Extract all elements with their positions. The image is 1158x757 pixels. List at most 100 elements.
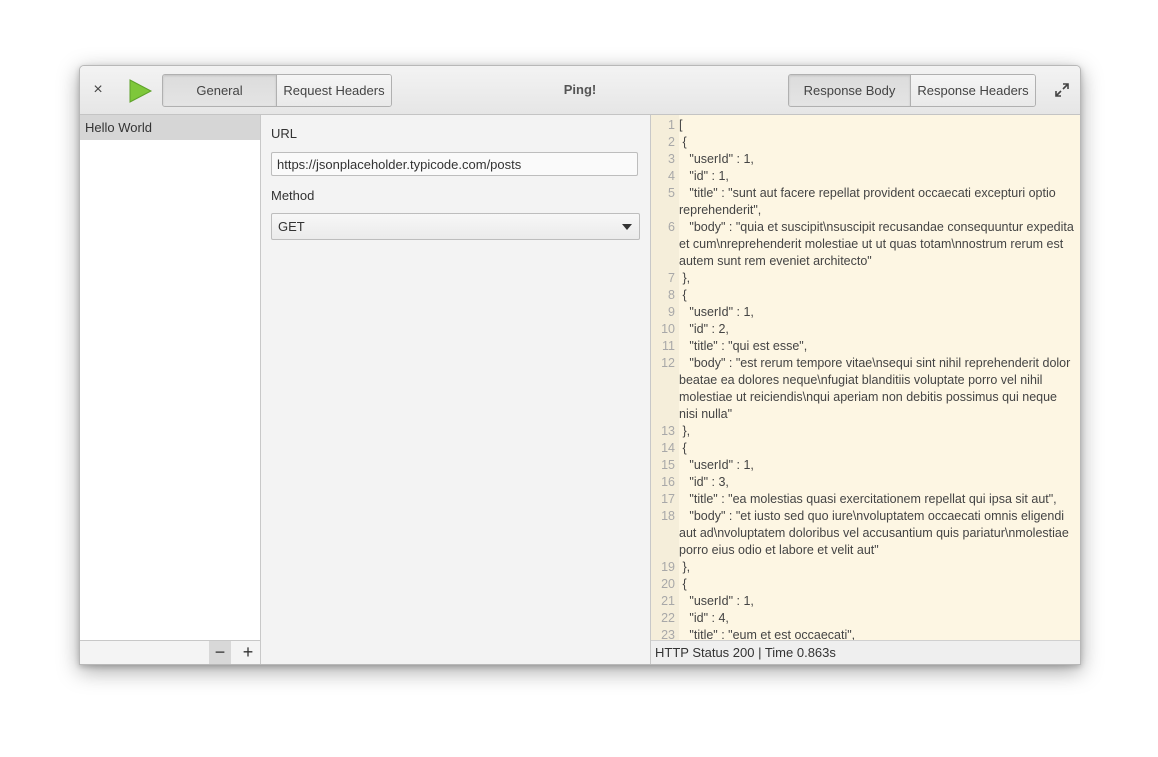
code-line: 14 { [651, 440, 1080, 457]
response-view-switcher: Response Body Response Headers [788, 74, 1036, 107]
code-text: "id" : 1, [679, 169, 729, 183]
sidebar-actionbar: − + [80, 640, 260, 664]
code-line: 22 "id" : 4, [651, 610, 1080, 627]
code-text: "userId" : 1, [679, 152, 754, 166]
code-line: 3 "userId" : 1, [651, 151, 1080, 168]
line-number: 19 [661, 560, 675, 574]
tab-general[interactable]: General [163, 75, 277, 106]
line-number: 23 [661, 628, 675, 640]
line-number: 13 [661, 424, 675, 438]
code-text: "title" : "eum et est occaecati", [679, 628, 856, 640]
header-bar: × General Request Headers Ping! Response… [80, 66, 1080, 115]
code-line: 8 { [651, 287, 1080, 304]
code-text: }, [679, 424, 691, 438]
method-select[interactable]: GET [271, 213, 640, 240]
code-text: { [679, 577, 687, 591]
code-text: "title" : "sunt aut facere repellat prov… [679, 186, 1060, 217]
code-line: 2 { [651, 134, 1080, 151]
status-bar: HTTP Status 200 | Time 0.863s [651, 640, 1080, 664]
line-number: 1 [668, 118, 675, 132]
line-number: 9 [668, 305, 675, 319]
code-text: }, [679, 271, 691, 285]
line-number: 8 [668, 288, 675, 302]
code-text: "userId" : 1, [679, 305, 754, 319]
line-number: 4 [668, 169, 675, 183]
code-line: 21 "userId" : 1, [651, 593, 1080, 610]
line-number: 11 [662, 339, 675, 353]
code-line: 9 "userId" : 1, [651, 304, 1080, 321]
list-item[interactable]: Hello World [80, 115, 260, 140]
code-text: "id" : 2, [679, 322, 729, 336]
tab-request-headers[interactable]: Request Headers [277, 75, 391, 106]
code-line: 19 }, [651, 559, 1080, 576]
code-text: "id" : 4, [679, 611, 729, 625]
add-request-button[interactable]: + [237, 641, 259, 664]
response-code: 1[2 {3 "userId" : 1, 4 "id" : 1, 5 "title"… [651, 117, 1080, 640]
dropdown-arrow-icon [622, 224, 632, 230]
line-number: 3 [668, 152, 675, 166]
code-line: 5 "title" : "sunt aut facere repellat pr… [651, 185, 1080, 219]
line-number: 6 [668, 220, 675, 234]
line-number: 15 [661, 458, 675, 472]
window-title: Ping! [563, 82, 597, 97]
line-number: 16 [661, 475, 675, 489]
request-panel: URL Method GET [261, 115, 651, 664]
request-list-sidebar: Hello World − + [80, 115, 261, 664]
code-line: 7 }, [651, 270, 1080, 287]
code-line: 13 }, [651, 423, 1080, 440]
code-line: 20 { [651, 576, 1080, 593]
response-body-view[interactable]: 1[2 {3 "userId" : 1, 4 "id" : 1, 5 "title"… [651, 115, 1080, 640]
tab-response-headers[interactable]: Response Headers [911, 75, 1035, 106]
line-number: 7 [668, 271, 675, 285]
maximize-icon [1055, 83, 1069, 97]
request-view-switcher: General Request Headers [162, 74, 392, 107]
code-line: 23 "title" : "eum et est occaecati", [651, 627, 1080, 640]
code-line: 4 "id" : 1, [651, 168, 1080, 185]
code-line: 11 "title" : "qui est esse", [651, 338, 1080, 355]
code-text: "title" : "ea molestias quasi exercitati… [679, 492, 1057, 506]
url-input[interactable] [271, 152, 638, 176]
code-text: { [679, 288, 687, 302]
close-button[interactable]: × [90, 80, 106, 100]
line-number: 22 [661, 611, 675, 625]
line-number: 17 [661, 492, 675, 506]
send-request-button[interactable] [127, 78, 153, 104]
code-line: 15 "userId" : 1, [651, 457, 1080, 474]
code-text: "body" : "quia et suscipit\nsuscipit rec… [679, 220, 1078, 268]
code-text: "body" : "est rerum tempore vitae\nsequi… [679, 356, 1074, 421]
code-line: 1[ [651, 117, 1080, 134]
app-window: × General Request Headers Ping! Response… [79, 65, 1081, 665]
url-label: URL [271, 126, 298, 141]
line-number: 2 [668, 135, 675, 149]
close-icon: × [93, 81, 103, 98]
line-number: 14 [661, 441, 675, 455]
code-text: { [679, 135, 687, 149]
code-line: 6 "body" : "quia et suscipit\nsuscipit r… [651, 219, 1080, 270]
remove-request-button[interactable]: − [209, 641, 231, 664]
list-item-label: Hello World [85, 120, 152, 135]
code-line: 17 "title" : "ea molestias quasi exercit… [651, 491, 1080, 508]
line-number: 18 [661, 509, 675, 523]
code-text: "title" : "qui est esse", [679, 339, 808, 353]
method-label: Method [271, 188, 315, 203]
code-text: "id" : 3, [679, 475, 729, 489]
tab-response-body[interactable]: Response Body [789, 75, 911, 106]
code-text: "body" : "et iusto sed quo iure\nvolupta… [679, 509, 1073, 557]
line-number: 10 [661, 322, 675, 336]
code-text: [ [679, 118, 683, 132]
code-line: 10 "id" : 2, [651, 321, 1080, 338]
line-number: 21 [661, 594, 675, 608]
code-line: 18 "body" : "et iusto sed quo iure\nvolu… [651, 508, 1080, 559]
code-text: "userId" : 1, [679, 594, 754, 608]
line-number: 12 [661, 356, 675, 370]
line-number: 20 [661, 577, 675, 591]
code-text: }, [679, 560, 691, 574]
method-value: GET [278, 219, 305, 234]
code-text: "userId" : 1, [679, 458, 754, 472]
play-icon [129, 79, 153, 103]
line-number: 5 [668, 186, 675, 200]
code-text: { [679, 441, 687, 455]
code-line: 12 "body" : "est rerum tempore vitae\nse… [651, 355, 1080, 423]
code-line: 16 "id" : 3, [651, 474, 1080, 491]
maximize-button[interactable] [1054, 82, 1070, 98]
